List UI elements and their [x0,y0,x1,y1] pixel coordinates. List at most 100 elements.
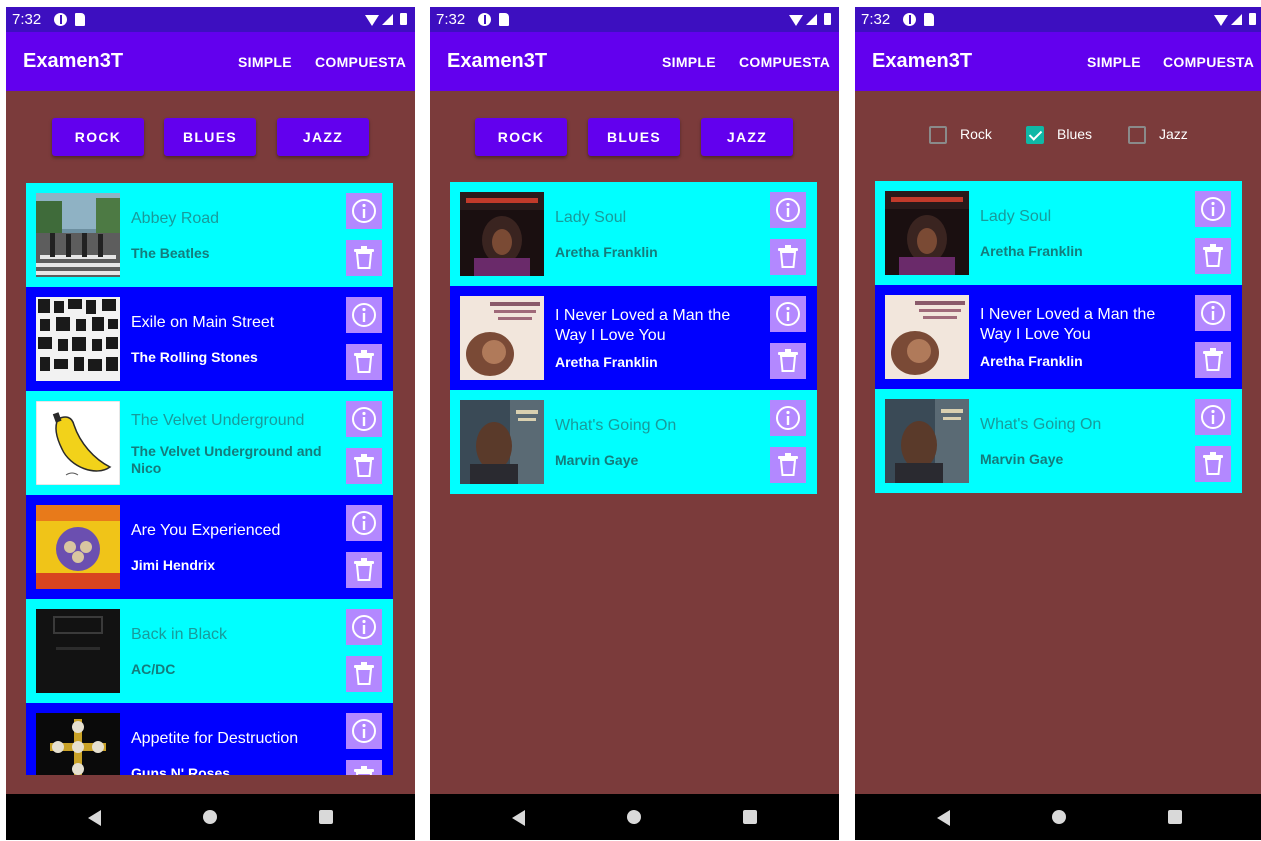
checkbox-box[interactable] [929,126,947,144]
info-button[interactable] [770,192,806,228]
jazz-button[interactable]: JAZZ [277,118,369,156]
delete-button[interactable] [346,760,382,775]
wifi-icon [789,15,803,26]
delete-button[interactable] [346,552,382,588]
album-cover-are-you-experienced [36,505,120,589]
app-bar: Examen3T SIMPLE COMPUESTA [855,32,1261,91]
list-item[interactable]: I Never Loved a Man the Way I Love You A… [875,285,1242,389]
delete-button[interactable] [1195,342,1231,378]
status-time: 7:32 [436,11,466,28]
list-item[interactable]: Are You Experienced Jimi Hendrix [26,495,393,599]
list-item[interactable]: What's Going On Marvin Gaye [450,390,817,494]
wifi-icon [1214,15,1228,26]
info-button[interactable] [770,400,806,436]
home-nav-icon[interactable] [190,794,230,840]
album-cover-velvet-underground [36,401,120,485]
info-icon [1201,301,1225,325]
notification-icon [478,13,491,26]
list-item[interactable]: Appetite for Destruction Guns N' Roses [26,703,393,775]
back-nav-icon[interactable] [925,794,965,840]
info-icon [776,198,800,222]
back-nav-icon[interactable] [76,794,116,840]
delete-button[interactable] [346,240,382,276]
album-title: I Never Loved a Man the Way I Love You [980,306,1156,343]
back-nav-icon[interactable] [500,794,540,840]
album-cover-abbey-road [36,193,120,277]
delete-button[interactable] [770,343,806,379]
album-artist: Aretha Franklin [555,354,658,370]
info-button[interactable] [346,713,382,749]
menu-simple[interactable]: SIMPLE [238,54,292,70]
album-list[interactable]: Abbey Road The Beatles Exile on Main Str… [26,183,393,775]
recents-nav-icon[interactable] [730,794,770,840]
info-button[interactable] [346,193,382,229]
checkbox-box[interactable] [1026,126,1044,144]
notification-icon [54,13,67,26]
trash-icon [354,454,374,477]
delete-button[interactable] [770,239,806,275]
rock-button[interactable]: ROCK [475,118,567,156]
recents-nav-icon[interactable] [306,794,346,840]
info-button[interactable] [346,505,382,541]
checkbox-box[interactable] [1128,126,1146,144]
list-item[interactable]: Exile on Main Street The Rolling Stones [26,287,393,391]
info-button[interactable] [1195,295,1231,331]
album-cover-whats-going-on [885,399,969,483]
list-item[interactable]: Back in Black AC/DC [26,599,393,703]
delete-button[interactable] [1195,238,1231,274]
menu-compuesta[interactable]: COMPUESTA [1163,54,1254,70]
album-list[interactable]: Lady Soul Aretha Franklin I Never Loved … [450,182,817,494]
trash-icon [1203,348,1223,371]
trash-icon [1203,452,1223,475]
info-button[interactable] [770,296,806,332]
album-artist: Aretha Franklin [980,243,1083,259]
list-item[interactable]: The Velvet Underground The Velvet Underg… [26,391,393,495]
checkbox-label: Rock [960,126,992,142]
rock-button[interactable]: ROCK [52,118,144,156]
app-title: Examen3T [23,50,124,72]
delete-button[interactable] [346,344,382,380]
album-title: The Velvet Underground [131,412,305,429]
sd-card-icon [924,13,934,26]
jazz-button[interactable]: JAZZ [701,118,793,156]
delete-button[interactable] [346,656,382,692]
list-item[interactable]: I Never Loved a Man the Way I Love You A… [450,286,817,390]
menu-simple[interactable]: SIMPLE [662,54,716,70]
blues-button[interactable]: BLUES [588,118,680,156]
info-button[interactable] [346,297,382,333]
trash-icon [1203,244,1223,267]
recents-nav-icon[interactable] [1155,794,1195,840]
info-button[interactable] [1195,191,1231,227]
trash-icon [778,453,798,476]
info-icon [352,615,376,639]
menu-compuesta[interactable]: COMPUESTA [739,54,830,70]
info-button[interactable] [1195,399,1231,435]
album-cover-lady-soul [885,191,969,275]
info-icon [776,302,800,326]
menu-simple[interactable]: SIMPLE [1087,54,1141,70]
delete-button[interactable] [346,448,382,484]
phone-screen-1: 7:32 Examen3T SIMPLE COMPUESTA ROCK BLUE… [6,7,415,840]
sd-card-icon [499,13,509,26]
blues-button[interactable]: BLUES [164,118,256,156]
home-nav-icon[interactable] [1039,794,1079,840]
list-item[interactable]: Abbey Road The Beatles [26,183,393,287]
album-list[interactable]: Lady Soul Aretha Franklin I Never Loved … [875,181,1242,493]
menu-compuesta[interactable]: COMPUESTA [315,54,406,70]
list-item[interactable]: What's Going On Marvin Gaye [875,389,1242,493]
home-nav-icon[interactable] [614,794,654,840]
info-button[interactable] [346,609,382,645]
delete-button[interactable] [770,447,806,483]
list-item[interactable]: Lady Soul Aretha Franklin [875,181,1242,285]
trash-icon [354,766,374,775]
info-icon [776,406,800,430]
delete-button[interactable] [1195,446,1231,482]
album-artist: The Rolling Stones [131,349,258,365]
status-time: 7:32 [861,11,891,28]
signal-icon [1231,14,1242,25]
checkbox-label: Jazz [1159,126,1188,142]
list-item[interactable]: Lady Soul Aretha Franklin [450,182,817,286]
album-title: Are You Experienced [131,522,281,539]
info-button[interactable] [346,401,382,437]
info-icon [1201,197,1225,221]
